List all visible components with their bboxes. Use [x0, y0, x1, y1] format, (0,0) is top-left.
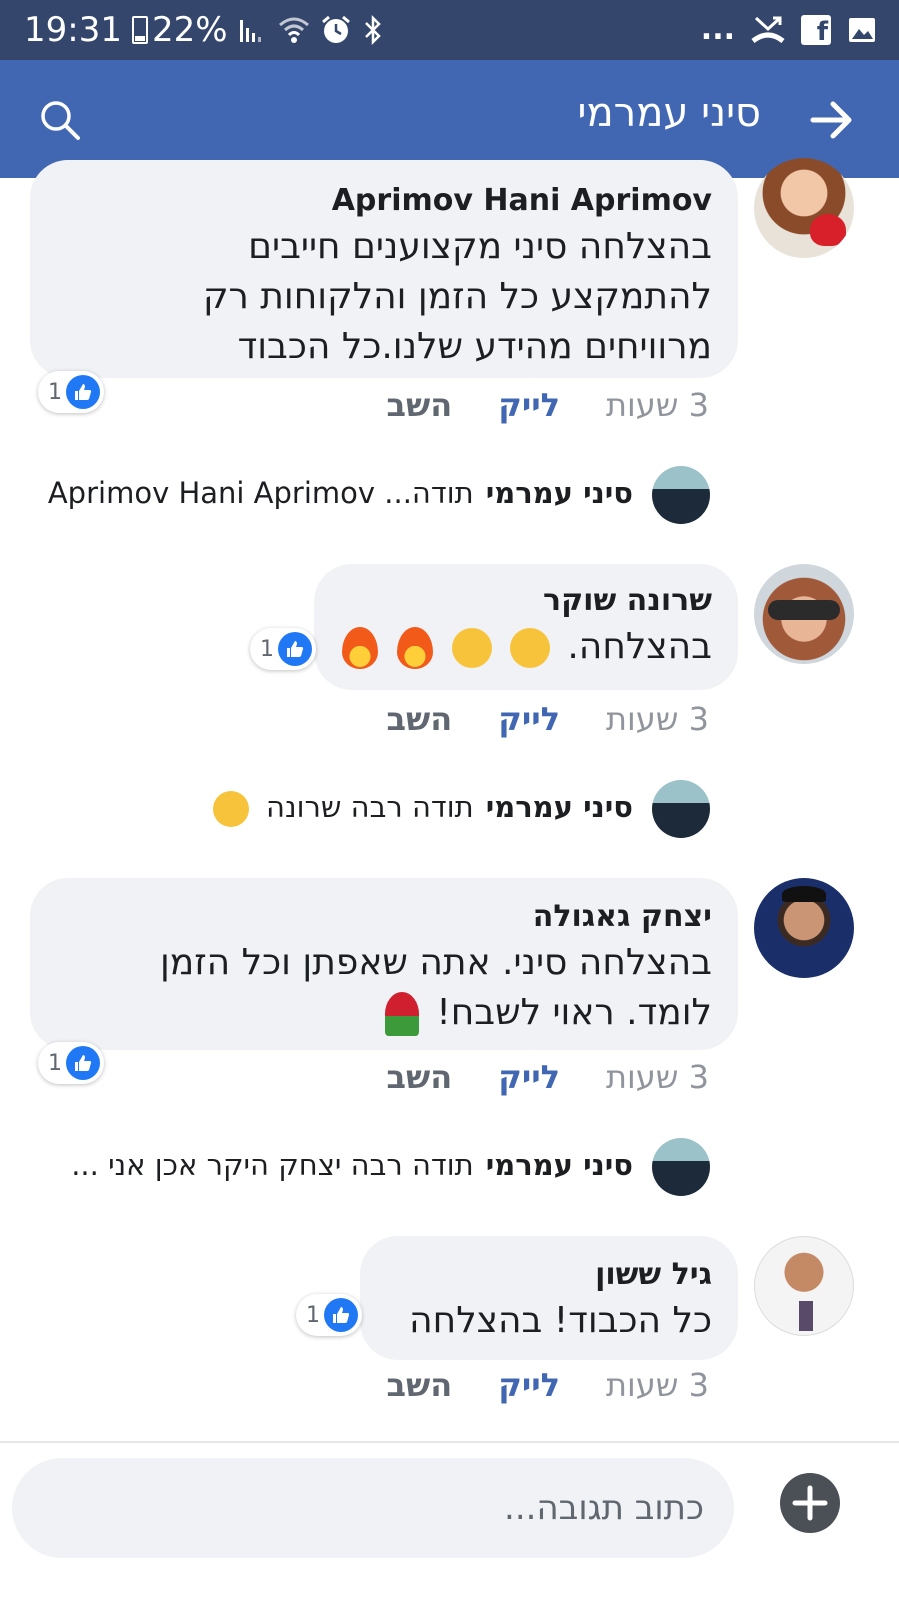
avatar[interactable]: [754, 158, 854, 258]
reply-preview[interactable]: סיני עמרמי תודה רבה יצחק היקר אכן אני ...: [71, 1148, 633, 1182]
comment-text-line: בהצלחה סיני. אתה שאפתן וכל הזמן: [159, 942, 712, 983]
comment-actions: 3 שעות לייק השב: [386, 1058, 709, 1096]
fire-emoji: [341, 627, 378, 669]
battery-icon: [131, 16, 148, 44]
like-button[interactable]: לייק: [498, 700, 560, 738]
avatar[interactable]: [754, 564, 854, 664]
comment-input[interactable]: כתוב תגובה...: [12, 1458, 734, 1558]
reply-button[interactable]: השב: [386, 386, 452, 424]
comment-actions: 3 שעות לייק השב: [386, 1366, 709, 1404]
comment-text-line: לומד. ראוי לשבח!: [56, 988, 712, 1038]
rose-emoji: [384, 992, 419, 1036]
facebook-icon: f: [801, 14, 831, 47]
reply-avatar[interactable]: [652, 1138, 710, 1196]
comment-time: 3 שעות: [606, 386, 709, 424]
thumbs-up-icon: [278, 632, 312, 666]
reaction-count-number: 1: [306, 1302, 320, 1328]
reaction-count[interactable]: 1: [38, 371, 104, 413]
reaction-count-number: 1: [260, 636, 274, 662]
battery-level: 22%: [151, 10, 228, 50]
reply-text: תודה... Aprimov Hani Aprimov: [47, 476, 474, 510]
comment-bubble[interactable]: Aprimov Hani Aprimov בהצלחה סיני מקצועני…: [30, 160, 738, 378]
reply-text: תודה רבה שרונה: [266, 790, 474, 824]
like-button[interactable]: לייק: [498, 386, 560, 424]
avatar[interactable]: [754, 878, 854, 978]
comment-actions: 3 שעות לייק השב: [386, 386, 709, 424]
comment-actions: 3 שעות לייק השב: [386, 700, 709, 738]
comment-text-line: מרוויחים מהידע שלנו.כל הכבוד: [237, 326, 712, 367]
reply-button[interactable]: השב: [386, 1366, 452, 1404]
gallery-icon: [849, 17, 875, 42]
reaction-count-number: 1: [48, 379, 62, 405]
comment-text: בהצלחה.: [340, 622, 712, 672]
signal-icon: [239, 20, 261, 42]
comment-bubble[interactable]: יצחק גאגולה בהצלחה סיני. אתה שאפתן וכל ה…: [30, 878, 738, 1050]
reply-avatar[interactable]: [652, 780, 710, 838]
clapping-hands-emoji: [452, 628, 493, 668]
thumbs-up-icon: [324, 1298, 358, 1332]
avatar[interactable]: [754, 1236, 854, 1336]
comment-text: כל הכבוד! בהצלחה: [409, 1300, 712, 1341]
back-arrow-icon[interactable]: [809, 98, 853, 142]
reply-avatar[interactable]: [652, 466, 710, 524]
missed-call-icon: [751, 16, 785, 43]
comment-author[interactable]: גיל ששון: [386, 1254, 712, 1296]
comment-text-line: להתמקצע כל הזמן והלקוחות רק: [202, 276, 712, 317]
comment-text-line: בהצלחה סיני מקצוענים חייבים: [248, 226, 712, 267]
search-icon[interactable]: [38, 98, 82, 142]
reply-author: סיני עמרמי: [485, 476, 633, 510]
like-button[interactable]: לייק: [498, 1058, 560, 1096]
clock: 19:31: [24, 10, 122, 50]
plus-icon: [792, 1485, 828, 1521]
reply-button[interactable]: השב: [386, 700, 452, 738]
reply-preview[interactable]: סיני עמרמי תודה... Aprimov Hani Aprimov: [48, 476, 633, 510]
comment-bubble[interactable]: שרונה שוקר בהצלחה.: [314, 564, 738, 690]
comment-bubble[interactable]: גיל ששון כל הכבוד! בהצלחה: [360, 1236, 738, 1360]
alarm-icon: [321, 15, 350, 43]
reply-author: סיני עמרמי: [485, 1148, 633, 1182]
clapping-hands-emoji: [509, 628, 550, 668]
more-notifications: ...: [700, 12, 735, 47]
status-bar: 19:31 22% ... f: [0, 0, 899, 60]
thumbs-up-icon: [66, 1046, 100, 1080]
comment-time: 3 שעות: [606, 1058, 709, 1096]
reaction-count-number: 1: [48, 1050, 62, 1076]
smiling-face-emoji: [212, 791, 249, 827]
thumbs-up-icon: [66, 375, 100, 409]
divider: [0, 1441, 899, 1443]
bluetooth-icon: [364, 14, 381, 46]
page-title: סיני עמרמי: [577, 90, 761, 136]
reply-text: תודה רבה יצחק היקר אכן אני ...: [71, 1148, 474, 1182]
comment-time: 3 שעות: [606, 700, 709, 738]
reaction-count[interactable]: 1: [296, 1294, 362, 1336]
add-attachment-button[interactable]: [780, 1473, 840, 1533]
comment-author[interactable]: יצחק גאגולה: [56, 896, 712, 938]
like-button[interactable]: לייק: [498, 1366, 560, 1404]
comment-author[interactable]: שרונה שוקר: [340, 580, 712, 622]
wifi-icon: [278, 17, 309, 43]
comment-author[interactable]: Aprimov Hani Aprimov: [56, 180, 712, 222]
reaction-count[interactable]: 1: [250, 628, 316, 670]
fire-emoji: [397, 627, 433, 669]
reply-button[interactable]: השב: [386, 1058, 452, 1096]
reaction-count[interactable]: 1: [38, 1042, 104, 1084]
reply-preview[interactable]: סיני עמרמי תודה רבה שרונה: [212, 790, 633, 827]
comment-time: 3 שעות: [606, 1366, 709, 1404]
reply-author: סיני עמרמי: [485, 790, 633, 824]
